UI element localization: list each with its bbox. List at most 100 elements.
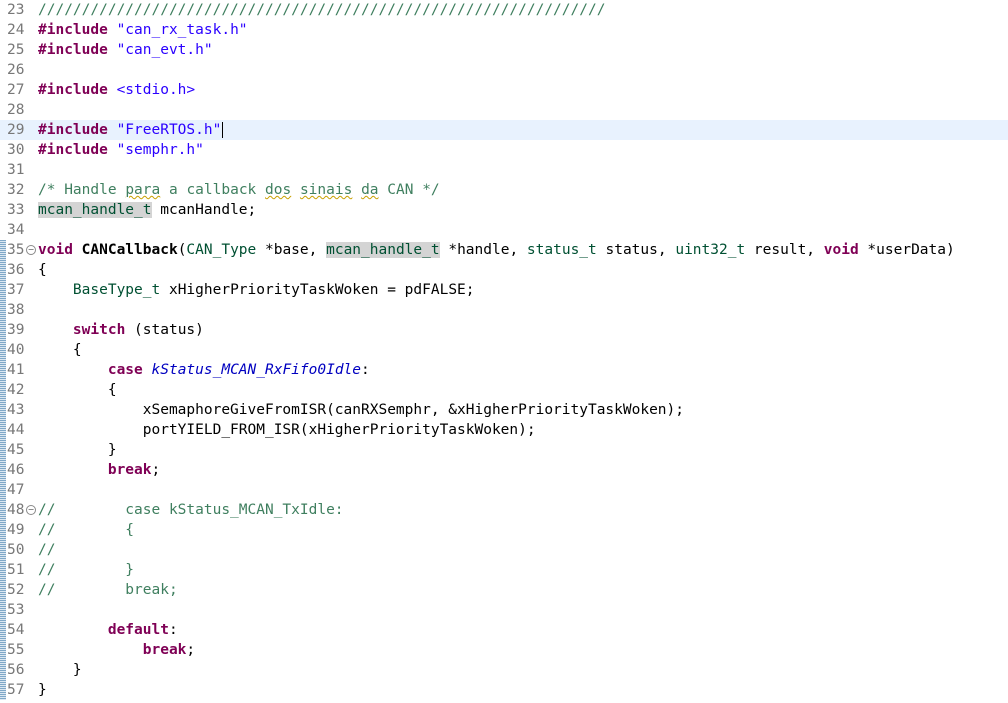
change-stripe [0,0,6,20]
change-stripe [0,100,6,120]
code-line[interactable]: 41 case kStatus_MCAN_RxFifo0Idle: [0,360,1008,380]
change-stripe [0,60,6,80]
change-stripe [0,140,6,160]
line-number: 56 [7,662,25,678]
change-stripe [0,320,6,340]
spelling-warning: para [125,182,161,198]
code-line[interactable]: 48 − // case kStatus_MCAN_TxIdle: [0,500,1008,520]
line-number: 39 [7,322,25,338]
change-stripe [0,200,6,220]
change-stripe [0,240,6,260]
change-stripe [0,160,6,180]
keyword: break [107,462,152,478]
code-line[interactable]: 54 default: [0,620,1008,640]
code-line[interactable]: 31 [0,160,1008,180]
code-line[interactable]: 23 /////////////////////////////////////… [0,0,1008,20]
change-stripe [0,280,6,300]
line-number: 49 [7,522,25,538]
keyword: #include [38,82,108,98]
keyword: switch [72,322,126,338]
line-number: 31 [7,162,25,178]
line-number: 44 [7,422,25,438]
code-line[interactable]: 30 #include "semphr.h" [0,140,1008,160]
comment-text: // { [38,522,135,538]
function-name: CANCallback [72,242,178,258]
current-line[interactable]: 29 #include "FreeRTOS.h" [0,120,1008,140]
code-line[interactable]: 44 portYIELD_FROM_ISR(xHigherPriorityTas… [0,420,1008,440]
code-line[interactable]: 46 break; [0,460,1008,480]
keyword: void [823,242,859,258]
line-number: 25 [7,42,25,58]
code-line[interactable]: 38 [0,300,1008,320]
code-editor[interactable]: 23 /////////////////////////////////////… [0,0,1008,703]
enum-constant: kStatus_MCAN_RxFifo0Idle [151,362,362,378]
change-stripe [0,180,6,200]
string-literal: "semphr.h" [116,142,204,158]
code-line[interactable]: 39 switch (status) [0,320,1008,340]
type-name: status_t [526,242,597,258]
line-number: 55 [7,642,25,658]
line-number: 27 [7,82,25,98]
code-line[interactable]: 50 // [0,540,1008,560]
line-number: 30 [7,142,25,158]
line-number: 24 [7,22,25,38]
line-number: 32 [7,182,25,198]
change-stripe [0,480,6,500]
code-line[interactable]: 26 [0,60,1008,80]
code-line[interactable]: 53 [0,600,1008,620]
code-line[interactable]: 24 #include "can_rx_task.h" [0,20,1008,40]
string-literal: "FreeRTOS.h" [116,122,222,138]
code-line[interactable]: 25 #include "can_evt.h" [0,40,1008,60]
code-line[interactable]: 42 { [0,380,1008,400]
change-stripe [0,260,6,280]
string-literal: "can_rx_task.h" [116,22,248,38]
fold-toggle-icon[interactable]: − [26,245,36,255]
line-number: 28 [7,102,25,118]
code-line[interactable]: 55 break; [0,640,1008,660]
keyword: #include [38,22,108,38]
code-line[interactable]: 40 { [0,340,1008,360]
code-line[interactable]: 51 // } [0,560,1008,580]
code-line[interactable]: 56 } [0,660,1008,680]
keyword: #include [38,122,108,138]
code-line[interactable]: 27 #include <stdio.h> [0,80,1008,100]
string-literal: "can_evt.h" [116,42,213,58]
code-line[interactable]: 37 BaseType_t xHigherPriorityTaskWoken =… [0,280,1008,300]
code-line[interactable]: 43 xSemaphoreGiveFromISR(canRXSemphr, &x… [0,400,1008,420]
line-number: 57 [7,682,25,698]
change-stripe [0,580,6,600]
code-line[interactable]: 28 [0,100,1008,120]
code-line[interactable]: 45 } [0,440,1008,460]
line-number: 36 [7,262,25,278]
change-stripe [0,660,6,680]
line-number: 33 [7,202,25,218]
code-line[interactable]: 47 [0,480,1008,500]
code-line[interactable]: 35 − void CANCallback(CAN_Type *base, mc… [0,240,1008,260]
spelling-warning: dos [265,182,292,198]
change-stripe [0,640,6,660]
code-line[interactable]: 33 mcan_handle_t mcanHandle; [0,200,1008,220]
change-stripe [0,80,6,100]
comment-text: ////////////////////////////////////////… [38,2,606,18]
code-line[interactable]: 34 [0,220,1008,240]
change-stripe [0,420,6,440]
code-line[interactable]: 49 // { [0,520,1008,540]
line-number: 43 [7,402,25,418]
line-number: 47 [7,482,25,498]
fold-toggle-icon[interactable]: − [26,505,36,515]
change-stripe [0,680,6,700]
change-stripe [0,300,6,320]
line-number: 53 [7,602,25,618]
keyword: default [107,622,169,638]
code-line[interactable]: 57 } [0,680,1008,700]
line-number: 34 [7,222,25,238]
code-line[interactable]: 52 // break; [0,580,1008,600]
code-line[interactable]: 32 /* Handle para a callback dos sinais … [0,180,1008,200]
line-number: 46 [7,462,25,478]
change-stripe [0,360,6,380]
line-number: 50 [7,542,25,558]
change-stripe [0,540,6,560]
code-line[interactable]: 36 { [0,260,1008,280]
keyword: #include [38,142,108,158]
text-cursor [222,122,224,138]
